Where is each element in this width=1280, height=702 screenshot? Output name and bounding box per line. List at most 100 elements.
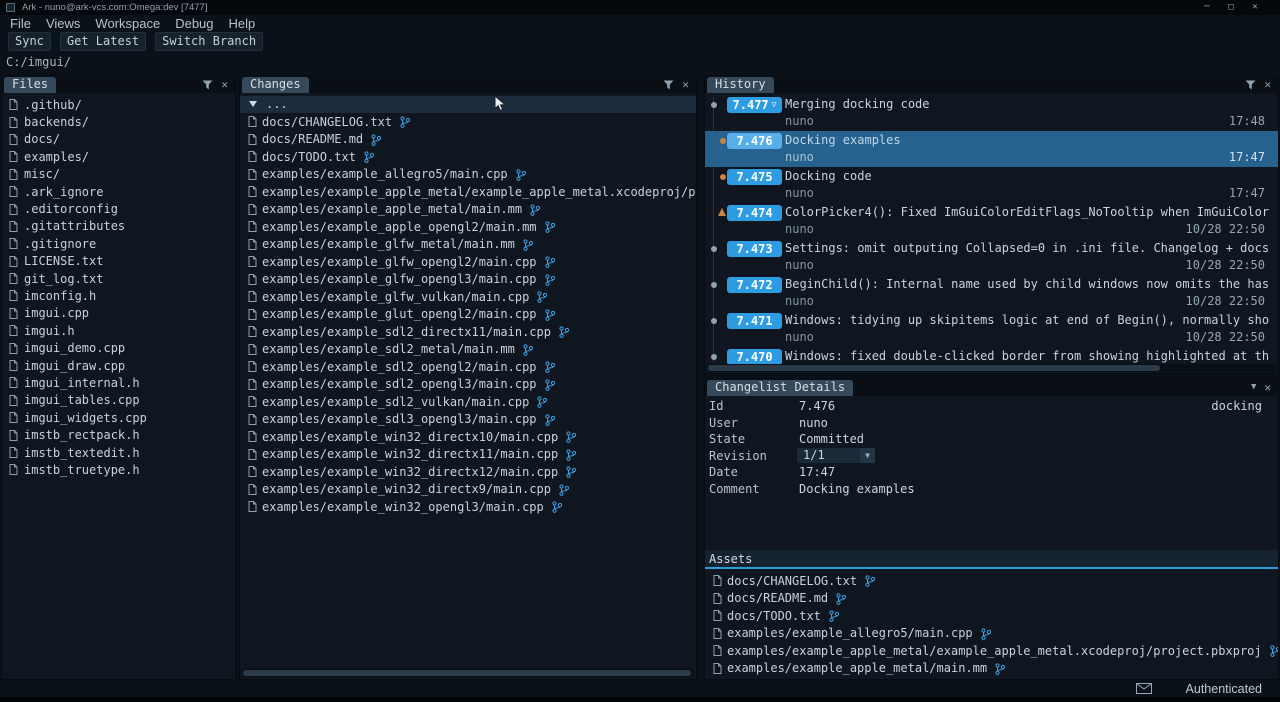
tab-files[interactable]: Files bbox=[4, 77, 56, 93]
horizontal-scrollbar[interactable] bbox=[242, 669, 694, 677]
file-tree-item[interactable]: imgui_tables.cpp bbox=[2, 392, 235, 409]
changeset-badge[interactable]: 7.474 ▽ bbox=[727, 205, 782, 221]
changed-file-row[interactable]: examples/example_glfw_opengl2/main.cpp bbox=[240, 253, 696, 271]
file-tree-item[interactable]: .gitignore bbox=[2, 235, 235, 252]
changed-file-row[interactable]: examples/example_glfw_vulkan/main.cpp bbox=[240, 288, 696, 306]
changed-file-row[interactable]: docs/README.md bbox=[240, 131, 696, 149]
changed-file-row[interactable]: examples/example_win32_directx12/main.cp… bbox=[240, 463, 696, 481]
changed-file-row[interactable]: docs/CHANGELOG.txt bbox=[240, 113, 696, 131]
chevron-down-icon[interactable]: ▼ bbox=[1251, 383, 1256, 392]
file-tree-item[interactable]: git_log.txt bbox=[2, 270, 235, 287]
filter-icon[interactable] bbox=[202, 80, 213, 90]
changed-file-path: examples/example_allegro5/main.cpp bbox=[262, 167, 508, 181]
changed-file-row[interactable]: examples/example_sdl2_vulkan/main.cpp bbox=[240, 393, 696, 411]
changed-file-row[interactable]: examples/example_glfw_opengl3/main.cpp bbox=[240, 271, 696, 289]
changeset-badge[interactable]: 7.473 ▽ bbox=[727, 241, 782, 257]
file-tree-item[interactable]: .github/ bbox=[2, 96, 235, 113]
asset-row[interactable]: docs/README.md bbox=[705, 590, 1278, 608]
filter-icon[interactable] bbox=[1245, 80, 1256, 90]
changed-file-row[interactable]: examples/example_allegro5/main.cpp bbox=[240, 166, 696, 184]
menu-item[interactable]: Views bbox=[46, 16, 80, 31]
menu-item[interactable]: Help bbox=[229, 16, 256, 31]
changeset-badge[interactable]: 7.477 ▽ bbox=[727, 97, 782, 113]
changed-file-row[interactable]: examples/example_apple_metal/main.mm bbox=[240, 201, 696, 219]
minimize-button[interactable]: ─ bbox=[1200, 1, 1214, 14]
tab-changes[interactable]: Changes bbox=[242, 77, 309, 93]
close-button[interactable]: ✕ bbox=[1248, 1, 1262, 14]
file-tree-item[interactable]: imstb_textedit.h bbox=[2, 444, 235, 461]
scrollbar-thumb[interactable] bbox=[243, 670, 691, 676]
changeset-row[interactable]: 7.472 ▽ BeginChild(): Internal name used… bbox=[705, 275, 1278, 311]
changed-file-row[interactable]: examples/example_sdl2_directx11/main.cpp bbox=[240, 323, 696, 341]
mail-icon[interactable] bbox=[1136, 683, 1152, 694]
file-tree-item[interactable]: imconfig.h bbox=[2, 287, 235, 304]
changes-tree-root[interactable]: ... bbox=[240, 96, 696, 114]
toolbar-button[interactable]: Switch Branch bbox=[155, 32, 263, 51]
menu-item[interactable]: File bbox=[10, 16, 31, 31]
changeset-row[interactable]: 7.477 ▽ Merging docking code nuno 17:48 bbox=[705, 95, 1278, 131]
file-tree-item[interactable]: docs/ bbox=[2, 131, 235, 148]
changeset-row[interactable]: 7.476 ▽ Docking examples nuno 17:47 bbox=[705, 131, 1278, 167]
changed-file-row[interactable]: examples/example_win32_opengl3/main.cpp bbox=[240, 498, 696, 516]
changed-file-row[interactable]: examples/example_glfw_metal/main.mm bbox=[240, 236, 696, 254]
close-panel-icon[interactable]: ✕ bbox=[1264, 382, 1271, 393]
changeset-badge[interactable]: 7.470 ▽ bbox=[727, 349, 782, 365]
changeset-row[interactable]: 7.475 ▽ Docking code nuno 17:47 bbox=[705, 167, 1278, 203]
toolbar-button[interactable]: Sync bbox=[8, 32, 51, 51]
comment-value[interactable]: Docking examples bbox=[799, 482, 915, 496]
changed-file-row[interactable]: docs/TODO.txt bbox=[240, 148, 696, 166]
menu-item[interactable]: Debug bbox=[175, 16, 213, 31]
changed-file-row[interactable]: examples/example_sdl2_opengl2/main.cpp bbox=[240, 358, 696, 376]
revision-combo[interactable]: 1/1 ▼ bbox=[797, 448, 875, 463]
changeset-badge[interactable]: 7.471 ▽ bbox=[727, 313, 782, 329]
changeset-badge[interactable]: 7.475 ▽ bbox=[727, 169, 782, 185]
changed-file-row[interactable]: examples/example_sdl2_opengl3/main.cpp bbox=[240, 376, 696, 394]
changeset-row[interactable]: 7.473 ▽ Settings: omit outputing Collaps… bbox=[705, 239, 1278, 275]
changed-file-row[interactable]: examples/example_win32_directx10/main.cp… bbox=[240, 428, 696, 446]
file-tree-item[interactable]: backends/ bbox=[2, 113, 235, 130]
changeset-row[interactable]: 7.471 ▽ Windows: tidying up skipitems lo… bbox=[705, 311, 1278, 347]
asset-row[interactable]: examples/example_allegro5/main.cpp bbox=[705, 625, 1278, 643]
file-tree-item[interactable]: LICENSE.txt bbox=[2, 253, 235, 270]
filter-icon[interactable] bbox=[663, 80, 674, 90]
asset-row[interactable]: examples/example_apple_metal/main.mm bbox=[705, 660, 1278, 678]
file-tree-item[interactable]: .ark_ignore bbox=[2, 183, 235, 200]
close-panel-icon[interactable]: ✕ bbox=[1264, 79, 1271, 90]
changed-file-row[interactable]: examples/example_sdl3_opengl3/main.cpp bbox=[240, 411, 696, 429]
close-panel-icon[interactable]: ✕ bbox=[221, 79, 228, 90]
file-tree-item[interactable]: imgui_demo.cpp bbox=[2, 339, 235, 356]
asset-row[interactable]: docs/CHANGELOG.txt bbox=[705, 572, 1278, 590]
changed-file-row[interactable]: examples/example_glut_opengl2/main.cpp bbox=[240, 306, 696, 324]
file-tree-item[interactable]: examples/ bbox=[2, 148, 235, 165]
changed-file-row[interactable]: examples/example_sdl2_metal/main.mm bbox=[240, 341, 696, 359]
file-tree-item[interactable]: imstb_rectpack.h bbox=[2, 426, 235, 443]
changed-file-row[interactable]: examples/example_apple_metal/example_app… bbox=[240, 183, 696, 201]
file-tree-item[interactable]: .editorconfig bbox=[2, 200, 235, 217]
assets-header[interactable]: Assets bbox=[705, 550, 1278, 569]
file-tree-item[interactable]: .gitattributes bbox=[2, 218, 235, 235]
scrollbar-thumb[interactable] bbox=[708, 365, 1160, 371]
file-tree-item[interactable]: imgui_widgets.cpp bbox=[2, 409, 235, 426]
changeset-badge[interactable]: 7.476 ▽ bbox=[727, 133, 782, 149]
close-panel-icon[interactable]: ✕ bbox=[682, 79, 689, 90]
toolbar-button[interactable]: Get Latest bbox=[60, 32, 146, 51]
maximize-button[interactable]: □ bbox=[1224, 1, 1238, 14]
file-tree-item[interactable]: imgui_draw.cpp bbox=[2, 357, 235, 374]
file-tree-item[interactable]: imgui.cpp bbox=[2, 305, 235, 322]
asset-row[interactable]: docs/TODO.txt bbox=[705, 607, 1278, 625]
changeset-badge[interactable]: 7.472 ▽ bbox=[727, 277, 782, 293]
tab-history[interactable]: History bbox=[707, 77, 774, 93]
changed-file-row[interactable]: examples/example_win32_directx11/main.cp… bbox=[240, 446, 696, 464]
changed-file-row[interactable]: examples/example_apple_opengl2/main.mm bbox=[240, 218, 696, 236]
changeset-author: nuno bbox=[785, 294, 814, 308]
file-tree-item[interactable]: imstb_truetype.h bbox=[2, 461, 235, 478]
asset-row[interactable]: examples/example_apple_metal/example_app… bbox=[705, 642, 1278, 660]
horizontal-scrollbar[interactable] bbox=[707, 364, 1276, 372]
file-tree-item[interactable]: imgui.h bbox=[2, 322, 235, 339]
file-tree-item[interactable]: imgui_internal.h bbox=[2, 374, 235, 391]
file-tree-item[interactable]: misc/ bbox=[2, 166, 235, 183]
changeset-row[interactable]: 7.474 ▽ ColorPicker4(): Fixed ImGuiColor… bbox=[705, 203, 1278, 239]
changed-file-row[interactable]: examples/example_win32_directx9/main.cpp bbox=[240, 481, 696, 499]
menu-item[interactable]: Workspace bbox=[95, 16, 160, 31]
tab-changelist-details[interactable]: Changelist Details bbox=[707, 380, 853, 396]
